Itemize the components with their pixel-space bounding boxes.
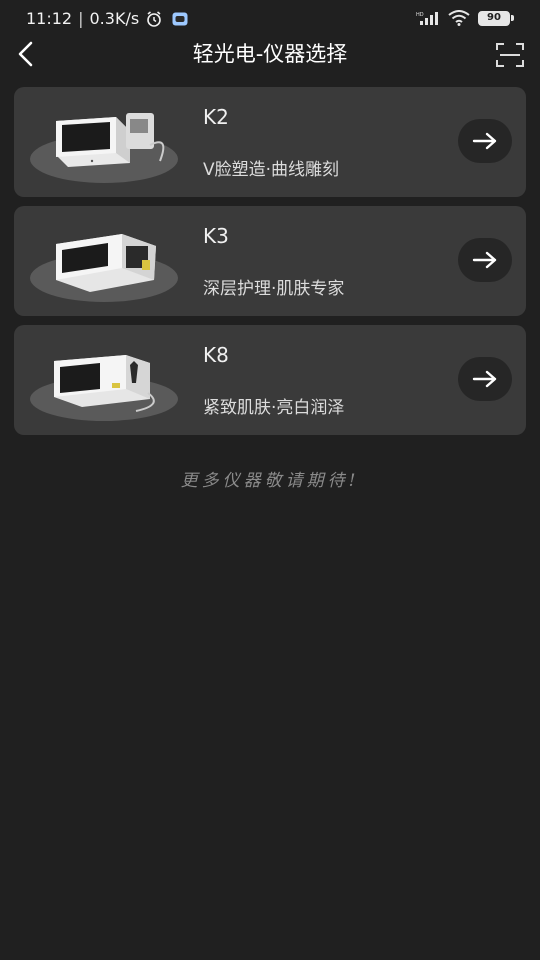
arrow-right-icon bbox=[472, 370, 497, 388]
device-description: 深层护理·肌肤专家 bbox=[203, 279, 345, 299]
message-icon bbox=[172, 12, 188, 25]
svg-text:HD: HD bbox=[416, 12, 424, 18]
device-description: 紧致肌肤·亮白润泽 bbox=[203, 398, 345, 418]
device-description: V脸塑造·曲线雕刻 bbox=[203, 160, 340, 180]
status-time: 11:12 bbox=[26, 9, 73, 28]
page-title: 轻光电-仪器选择 bbox=[192, 42, 348, 66]
device-name: K2 bbox=[203, 105, 229, 129]
coming-soon-text: 更多仪器敬请期待! bbox=[180, 471, 360, 491]
arrow-right-icon bbox=[472, 132, 497, 150]
device-list: K2 V脸塑造·曲线雕刻 K3 深层护理·肌肤专家 K8 紧致肌肤·亮白润泽 bbox=[14, 87, 526, 444]
device-name: K3 bbox=[203, 224, 229, 248]
scan-icon bbox=[496, 43, 524, 67]
device-card-k2[interactable]: K2 V脸塑造·曲线雕刻 bbox=[14, 87, 526, 197]
screen: 11:12 | 0.3K/s HD 90 轻光电-仪器选择 K2 V脸塑造·曲线… bbox=[0, 0, 540, 960]
alarm-icon bbox=[147, 10, 161, 27]
scan-button[interactable] bbox=[496, 42, 524, 68]
device-k8-image bbox=[30, 355, 178, 421]
arrow-right-icon bbox=[472, 251, 497, 269]
status-separator: | bbox=[78, 9, 84, 28]
device-card-k3[interactable]: K3 深层护理·肌肤专家 bbox=[14, 206, 526, 316]
device-k2-image bbox=[30, 113, 178, 183]
device-card-k8[interactable]: K8 紧致肌肤·亮白润泽 bbox=[14, 325, 526, 435]
battery-icon: 90 bbox=[478, 10, 514, 26]
device-name: K8 bbox=[203, 343, 229, 367]
nav-bar: 轻光电-仪器选择 bbox=[0, 40, 540, 70]
wifi-icon bbox=[448, 10, 470, 26]
status-bar: 11:12 | 0.3K/s HD 90 bbox=[0, 0, 540, 40]
open-device-button[interactable] bbox=[458, 238, 512, 282]
status-right: HD 90 bbox=[416, 10, 514, 26]
network-speed: 0.3K/s bbox=[89, 9, 140, 28]
status-left: 11:12 | 0.3K/s bbox=[26, 9, 189, 28]
signal-icon: HD bbox=[416, 12, 438, 25]
device-k3-image bbox=[30, 234, 178, 302]
open-device-button[interactable] bbox=[458, 119, 512, 163]
open-device-button[interactable] bbox=[458, 357, 512, 401]
